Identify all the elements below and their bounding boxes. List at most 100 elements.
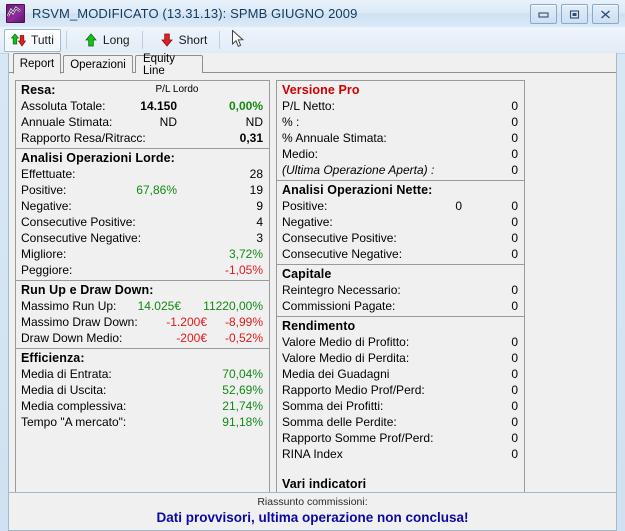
row-mid: -200€ bbox=[176, 331, 207, 345]
row-value: -0,52% bbox=[224, 331, 263, 345]
tab-operazioni[interactable]: Operazioni bbox=[63, 55, 133, 73]
row-value: 0 bbox=[511, 231, 518, 245]
row-valore-medio-perdita: Valore Medio di Perdita: 0 bbox=[277, 350, 524, 366]
row-label: Massimo Draw Down: bbox=[21, 315, 138, 329]
row-value: 0 bbox=[511, 399, 518, 413]
row-label: Consecutive Negative: bbox=[21, 231, 142, 245]
toolbar-separator-1 bbox=[65, 31, 67, 49]
section-rendimento-header: Rendimento bbox=[282, 319, 356, 333]
row-label: Consecutive Positive: bbox=[21, 215, 136, 229]
section-analisi-lorde-header: Analisi Operazioni Lorde: bbox=[21, 151, 175, 165]
row-consecutive-positive: Consecutive Positive: 4 bbox=[16, 214, 269, 230]
down-arrow-icon bbox=[159, 32, 175, 48]
section-versione-pro-header: Versione Pro bbox=[282, 83, 360, 97]
title-bar: RSVM_MODIFICATO (13.31.13): SPMB GIUGNO … bbox=[0, 0, 625, 28]
row-label: Somma dei Profitti: bbox=[282, 399, 384, 413]
toolbar-separator-2 bbox=[141, 31, 143, 49]
row-value: 0 bbox=[511, 199, 518, 213]
gross-report-panel: Resa: P/L Lordo Assoluta Totale: 14.150 … bbox=[15, 80, 270, 505]
filter-tutti-label: Tutti bbox=[31, 33, 54, 47]
row-negative: Negative: 9 bbox=[16, 198, 269, 214]
commissions-note: Riassunto commissioni: bbox=[257, 496, 368, 508]
resa-column-note: P/L Lordo bbox=[155, 84, 199, 95]
row-value: 0 bbox=[511, 131, 518, 145]
minimize-button[interactable] bbox=[530, 4, 557, 24]
row-media-uscita: Media di Uscita: 52,69% bbox=[16, 382, 269, 398]
row-label: (Ultima Operazione Aperta) : bbox=[282, 163, 435, 177]
row-label: RINA Index bbox=[282, 447, 343, 461]
row-net-consecutive-negative: Consecutive Negative: 0 bbox=[277, 246, 524, 262]
row-label: Peggiore: bbox=[21, 263, 73, 277]
up-down-arrow-icon bbox=[10, 32, 27, 48]
row-somma-perdite: Somma delle Perdite: 0 bbox=[277, 414, 524, 430]
row-label: Assoluta Totale: bbox=[21, 99, 106, 113]
tab-report-label: Report bbox=[19, 57, 55, 70]
row-net-negative: Negative: 0 bbox=[277, 214, 524, 230]
row-value: ND bbox=[245, 115, 263, 129]
row-value: 0 bbox=[511, 415, 518, 429]
row-net-positive: Positive: 0 0 bbox=[277, 198, 524, 214]
tab-operazioni-label: Operazioni bbox=[70, 58, 126, 71]
row-pl-netto: P/L Netto: 0 bbox=[277, 98, 524, 114]
row-value: 3,72% bbox=[228, 247, 263, 261]
row-label: Rapporto Somme Prof/Perd: bbox=[282, 431, 434, 445]
filter-long-label: Long bbox=[102, 33, 130, 47]
toolbar-separator-3 bbox=[219, 31, 221, 49]
row-value: 0 bbox=[511, 335, 518, 349]
row-label: Negative: bbox=[282, 215, 333, 229]
row-value: 52,69% bbox=[222, 383, 263, 397]
row-percentuale-annuale-stimata: % Annuale Stimata: 0 bbox=[277, 130, 524, 146]
section-vari-indicatori: Vari indicatori bbox=[277, 464, 524, 494]
row-assoluta-totale: Assoluta Totale: 14.150 0,00% bbox=[16, 98, 269, 114]
row-mid: 0 bbox=[455, 199, 462, 213]
row-value: 0 bbox=[511, 383, 518, 397]
row-rina-index: RINA Index 0 bbox=[277, 446, 524, 462]
tab-equity-line[interactable]: Equity Line bbox=[135, 53, 203, 77]
row-draw-down-medio: Draw Down Medio: -200€ -0,52% bbox=[16, 330, 269, 346]
row-value: 0 bbox=[511, 367, 518, 381]
up-arrow-icon bbox=[83, 32, 99, 48]
row-value: 0 bbox=[511, 247, 518, 261]
close-button[interactable] bbox=[592, 4, 619, 24]
row-rapporto-medio-prof-perd: Rapporto Medio Prof/Perd: 0 bbox=[277, 382, 524, 398]
section-capitale-header: Capitale bbox=[282, 267, 332, 281]
tab-report[interactable]: Report bbox=[13, 53, 61, 74]
row-value: 0 bbox=[511, 299, 518, 313]
row-label: Draw Down Medio: bbox=[21, 331, 123, 345]
row-label: Negative: bbox=[21, 199, 72, 213]
mouse-cursor bbox=[232, 29, 245, 54]
row-label: % Annuale Stimata: bbox=[282, 131, 387, 145]
row-value: 19 bbox=[249, 183, 263, 197]
row-mid: 14.025€ bbox=[137, 299, 181, 313]
row-label: Rapporto Medio Prof/Perd: bbox=[282, 383, 425, 397]
row-label: Effettuate: bbox=[21, 167, 76, 181]
filter-long-button[interactable]: Long bbox=[76, 29, 137, 52]
row-mid: -1.200€ bbox=[166, 315, 207, 329]
chart-line-icon bbox=[6, 4, 25, 23]
row-value: 11220,00% bbox=[203, 299, 263, 313]
section-resa: Resa: P/L Lordo Assoluta Totale: 14.150 … bbox=[16, 81, 269, 149]
row-value: 0 bbox=[511, 99, 518, 113]
row-value: 0 bbox=[511, 147, 518, 161]
row-label: Annuale Stimata: bbox=[21, 115, 113, 129]
row-media-entrata: Media di Entrata: 70,04% bbox=[16, 366, 269, 382]
filter-short-label: Short bbox=[178, 33, 208, 47]
row-value: 70,04% bbox=[222, 367, 263, 381]
row-positive: Positive: 67,86% 19 bbox=[16, 182, 269, 198]
maximize-button[interactable] bbox=[561, 4, 588, 24]
row-ultima-operazione-aperta: (Ultima Operazione Aperta) : 0 bbox=[277, 162, 524, 178]
tab-strip: Report Operazioni Equity Line bbox=[9, 53, 616, 77]
row-value: -1,05% bbox=[224, 263, 263, 277]
row-value: 21,74% bbox=[222, 399, 263, 413]
row-mid: 14.150 bbox=[140, 99, 177, 113]
provisional-data-warning: Dati provvisori, ultima operazione non c… bbox=[156, 510, 469, 525]
row-medio: Medio: 0 bbox=[277, 146, 524, 162]
row-migliore: Migliore: 3,72% bbox=[16, 246, 269, 262]
row-label: Valore Medio di Perdita: bbox=[282, 351, 410, 365]
section-run-up-draw-down-header: Run Up e Draw Down: bbox=[21, 283, 154, 297]
row-media-guadagni: Media dei Guadagni 0 bbox=[277, 366, 524, 382]
filter-tutti-button[interactable]: Tutti bbox=[4, 28, 61, 52]
row-value: 0,00% bbox=[228, 99, 263, 113]
section-run-up-draw-down: Run Up e Draw Down: Massimo Run Up: 14.0… bbox=[16, 281, 269, 349]
filter-short-button[interactable]: Short bbox=[152, 29, 215, 52]
